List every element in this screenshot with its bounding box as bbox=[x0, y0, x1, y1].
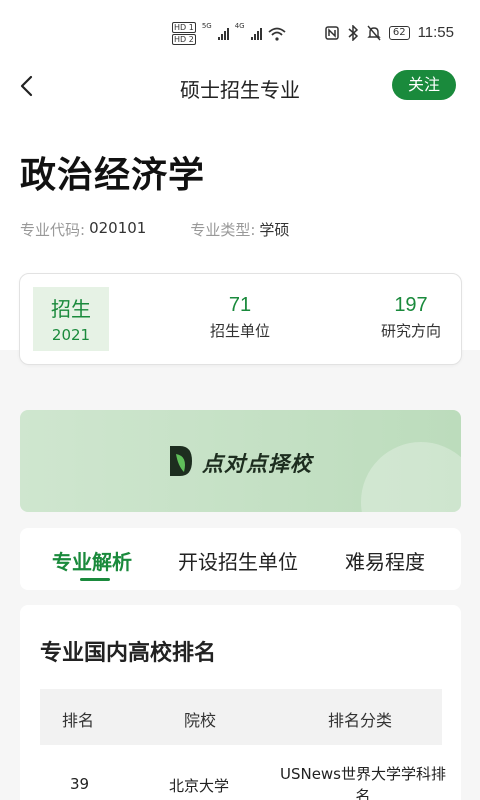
nfc-icon bbox=[325, 25, 339, 40]
school-selection-banner[interactable]: 点对点择校 bbox=[20, 410, 461, 512]
header-school: 院校 bbox=[184, 711, 217, 730]
tab-enrollment-units[interactable]: 开设招生单位 bbox=[178, 546, 298, 575]
row-school: 北京大学 bbox=[169, 777, 230, 795]
ranking-card: 专业国内高校排名 排名 院校 排名分类 39 北京大学 USNews世界大学学科… bbox=[20, 605, 461, 800]
hd1-label: HD 1 bbox=[172, 22, 196, 33]
stats-card: 招生 2021 71 招生单位 197 研究方向 bbox=[19, 273, 462, 365]
banner-decoration bbox=[361, 442, 461, 512]
mute-bell-icon bbox=[367, 25, 381, 40]
nav-bar: 硕士招生专业 关注 bbox=[0, 62, 480, 110]
brand-logo-icon bbox=[170, 446, 192, 476]
battery-icon: 62 bbox=[388, 25, 410, 40]
section-tabs: 专业解析 开设招生单位 难易程度 bbox=[20, 528, 461, 590]
stat-units[interactable]: 71 招生单位 bbox=[208, 294, 272, 341]
major-meta: 专业代码: 020101 专业类型: 学硕 bbox=[20, 219, 289, 240]
stat-units-label: 招生单位 bbox=[209, 322, 270, 340]
major-code-value: 020101 bbox=[89, 219, 147, 237]
major-code-label: 专业代码: bbox=[20, 221, 86, 239]
tab-difficulty[interactable]: 难易程度 bbox=[345, 546, 425, 575]
bluetooth-icon bbox=[348, 24, 358, 41]
hd2-label: HD 2 bbox=[172, 34, 196, 45]
network-4g-label: 4G bbox=[234, 22, 245, 30]
system-indicators: 62 11:55 bbox=[325, 24, 454, 41]
ranking-table: 排名 院校 排名分类 39 北京大学 USNews世界大学学科排名 bbox=[40, 689, 446, 800]
major-type-value: 学硕 bbox=[259, 221, 290, 239]
table-row[interactable]: 39 北京大学 USNews世界大学学科排名 bbox=[40, 745, 446, 800]
status-bar: HD 1 HD 2 5G 4G 62 11:55 bbox=[0, 0, 480, 45]
active-tab-indicator bbox=[80, 578, 110, 581]
wifi-icon bbox=[268, 27, 286, 41]
table-header: 排名 院校 排名分类 bbox=[40, 689, 442, 745]
banner-text: 点对点择校 bbox=[202, 452, 312, 476]
stat-directions-label: 研究方向 bbox=[380, 322, 441, 340]
network-5g-label: 5G bbox=[201, 22, 212, 30]
stat-directions[interactable]: 197 研究方向 bbox=[376, 294, 446, 341]
stat-units-count: 71 bbox=[228, 294, 252, 316]
signal-icon-2 bbox=[250, 27, 262, 40]
status-time: 11:55 bbox=[417, 24, 454, 41]
header-rank: 排名 bbox=[62, 711, 95, 730]
stat-enrollment-label: 招生 bbox=[51, 297, 91, 321]
signal-icon bbox=[217, 27, 229, 40]
row-rank: 39 bbox=[70, 775, 90, 793]
major-type-label: 专业类型: bbox=[190, 221, 256, 239]
major-name: 政治经济学 bbox=[20, 155, 206, 196]
hd-icon: HD 1 HD 2 bbox=[172, 22, 196, 45]
follow-button[interactable]: 关注 bbox=[392, 70, 456, 100]
ranking-title: 专业国内高校排名 bbox=[40, 641, 217, 666]
stat-enrollment-year-value: 2021 bbox=[51, 326, 91, 344]
network-indicators: HD 1 HD 2 5G 4G bbox=[172, 22, 286, 45]
stat-enrollment-year[interactable]: 招生 2021 bbox=[33, 287, 109, 351]
tab-major-analysis[interactable]: 专业解析 bbox=[52, 546, 132, 575]
row-category: USNews世界大学学科排名 bbox=[279, 765, 447, 800]
stat-directions-count: 197 bbox=[394, 294, 428, 316]
header-category: 排名分类 bbox=[328, 711, 393, 730]
